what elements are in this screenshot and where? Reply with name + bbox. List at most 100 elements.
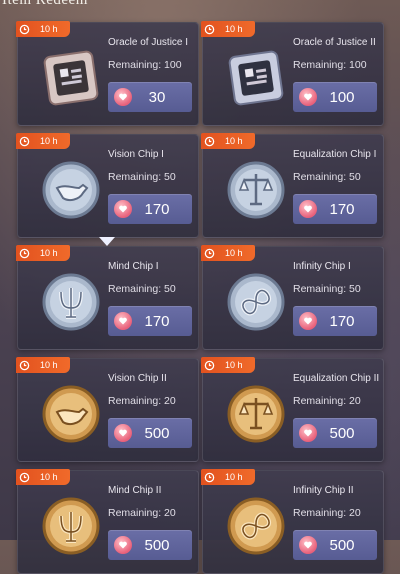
clock-icon [201,21,217,37]
redeem-card-equalization-chip-2[interactable]: 10 h Equalization Chip II Remaining: 20 … [201,357,384,462]
scales-coin-icon [217,151,295,229]
heart-currency-icon [299,536,317,554]
redeem-card-equalization-chip-1[interactable]: 10 h Equalization Chip I Remaining: 50 1… [201,133,384,238]
price-value: 170 [329,200,355,218]
redeem-button[interactable]: 170 [293,194,377,224]
remaining-count: Remaining: 100 [108,59,182,71]
timer-text: 10 h [40,24,58,34]
timer-text: 10 h [40,136,58,146]
remaining-count: Remaining: 20 [293,507,361,519]
timer-tag: 10 h [201,133,255,149]
heart-currency-icon [114,536,132,554]
item-name: Equalization Chip I [293,149,377,160]
heart-currency-icon [114,312,132,330]
timer-text: 10 h [40,360,58,370]
clock-icon [201,469,217,485]
redeem-card-mind-chip-1[interactable]: 10 h Mind Chip I Remaining: 50 170 [16,245,199,350]
psi-coin-icon [32,487,110,565]
redeem-card-oracle-of-justice-1[interactable]: 10 h Oracle of Justice I Remaining: 100 … [16,21,199,126]
heart-currency-icon [299,312,317,330]
psi-coin-icon [32,263,110,341]
redeem-button[interactable]: 500 [293,418,377,448]
timer-tag: 10 h [201,357,255,373]
redeem-card-infinity-chip-1[interactable]: 10 h Infinity Chip I Remaining: 50 170 [201,245,384,350]
timer-text: 10 h [40,248,58,258]
item-name: Infinity Chip II [293,485,354,496]
item-name: Vision Chip II [108,373,167,384]
infinity-coin-icon [217,487,295,565]
infinity-coin-icon [217,263,295,341]
timer-text: 10 h [225,248,243,258]
page-title: Item Redeem [2,0,88,8]
redeem-button[interactable]: 500 [293,530,377,560]
pipe-coin-icon [32,375,110,453]
timer-text: 10 h [225,136,243,146]
timer-text: 10 h [40,472,58,482]
price-value: 500 [329,424,355,442]
redeem-button[interactable]: 30 [108,82,192,112]
clock-icon [16,469,32,485]
heart-currency-icon [114,200,132,218]
remaining-count: Remaining: 20 [293,395,361,407]
redeem-card-vision-chip-2[interactable]: 10 h Vision Chip II Remaining: 20 500 [16,357,199,462]
heart-currency-icon [299,200,317,218]
item-name: Infinity Chip I [293,261,351,272]
price-value: 30 [148,88,166,106]
selection-pointer-icon [99,237,115,246]
remaining-count: Remaining: 50 [108,283,176,295]
item-name: Mind Chip I [108,261,159,272]
timer-tag: 10 h [16,245,70,261]
remaining-count: Remaining: 50 [108,171,176,183]
redeem-button[interactable]: 170 [108,306,192,336]
price-value: 500 [144,424,170,442]
heart-currency-icon [299,88,317,106]
redeem-card-vision-chip-1[interactable]: 10 h Vision Chip I Remaining: 50 170 [16,133,199,238]
item-name: Vision Chip I [108,149,164,160]
oracle-chip-icon [217,39,295,117]
price-value: 170 [329,312,355,330]
pipe-coin-icon [32,151,110,229]
clock-icon [16,357,32,373]
oracle-chip-icon [32,39,110,117]
price-value: 100 [329,88,355,106]
timer-tag: 10 h [16,133,70,149]
price-value: 170 [144,312,170,330]
timer-text: 10 h [225,472,243,482]
price-value: 500 [144,536,170,554]
remaining-count: Remaining: 20 [108,507,176,519]
item-name: Oracle of Justice I [108,37,189,48]
price-value: 500 [329,536,355,554]
timer-tag: 10 h [16,469,70,485]
redeem-button[interactable]: 500 [108,418,192,448]
clock-icon [16,133,32,149]
clock-icon [201,245,217,261]
remaining-count: Remaining: 100 [293,59,367,71]
timer-text: 10 h [225,24,243,34]
timer-tag: 10 h [16,357,70,373]
remaining-count: Remaining: 20 [108,395,176,407]
item-name: Oracle of Justice II [293,37,376,48]
price-value: 170 [144,200,170,218]
redeem-card-oracle-of-justice-2[interactable]: 10 h Oracle of Justice II Remaining: 100… [201,21,384,126]
clock-icon [16,245,32,261]
clock-icon [16,21,32,37]
timer-tag: 10 h [201,469,255,485]
redeem-button[interactable]: 170 [108,194,192,224]
scales-coin-icon [217,375,295,453]
clock-icon [201,133,217,149]
redeem-button[interactable]: 100 [293,82,377,112]
redeem-card-infinity-chip-2[interactable]: 10 h Infinity Chip II Remaining: 20 500 [201,469,384,574]
timer-text: 10 h [225,360,243,370]
item-name: Mind Chip II [108,485,162,496]
heart-currency-icon [299,424,317,442]
redeem-button[interactable]: 500 [108,530,192,560]
heart-currency-icon [114,424,132,442]
clock-icon [201,357,217,373]
timer-tag: 10 h [201,21,255,37]
redeem-card-mind-chip-2[interactable]: 10 h Mind Chip II Remaining: 20 500 [16,469,199,574]
timer-tag: 10 h [201,245,255,261]
timer-tag: 10 h [16,21,70,37]
item-name: Equalization Chip II [293,373,380,384]
remaining-count: Remaining: 50 [293,171,361,183]
redeem-button[interactable]: 170 [293,306,377,336]
